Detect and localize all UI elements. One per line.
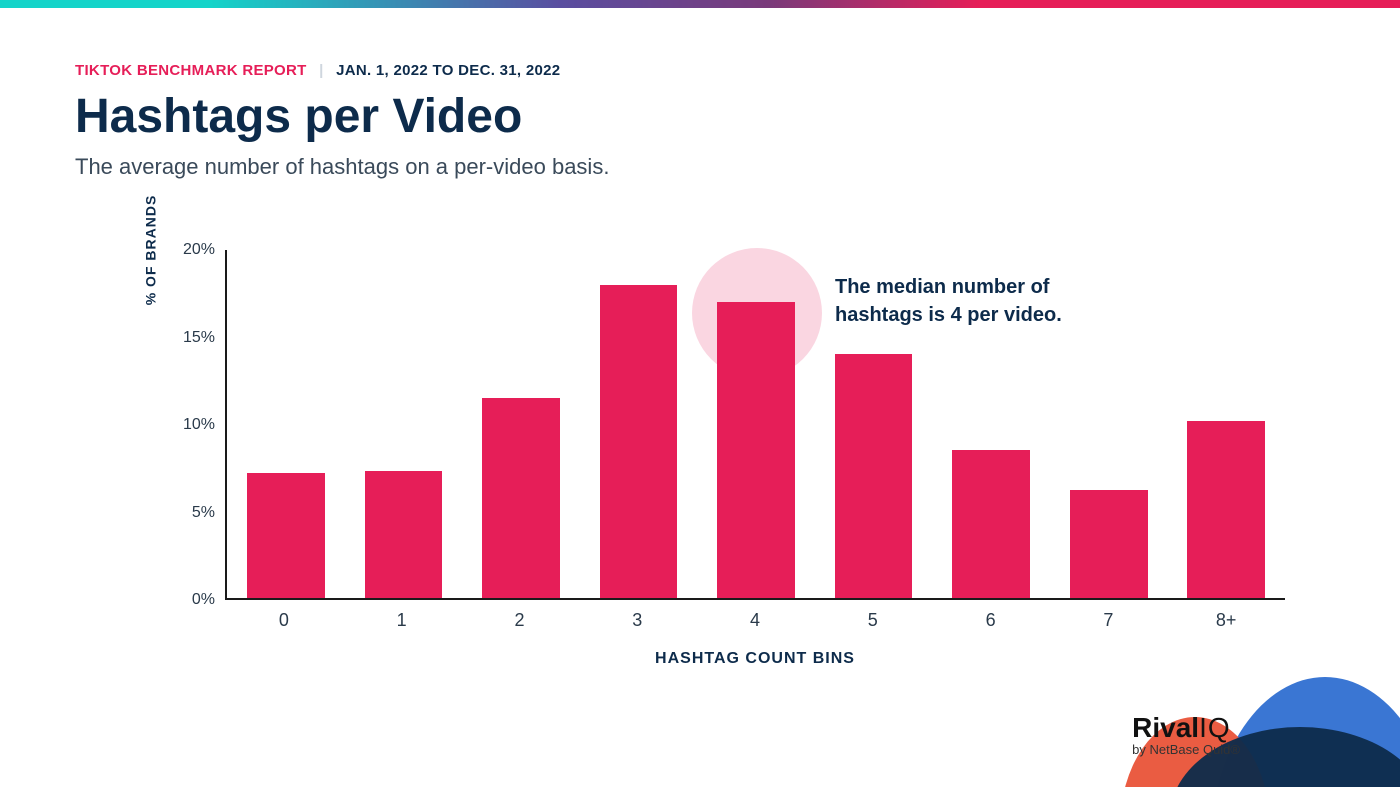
bar-column [462,250,580,598]
bar [1070,490,1148,598]
x-axis-label: HASHTAG COUNT BINS [225,650,1285,668]
y-tick: 10% [155,416,215,434]
bars-container [227,250,1285,598]
bar [1187,421,1265,598]
logo-brand-bold: Rival [1132,712,1199,743]
page-title: Hashtags per Video [75,89,1330,144]
bar [952,450,1030,598]
bar-column [697,250,815,598]
y-tick: 15% [155,329,215,347]
y-axis: 0%5%10%15%20% [155,250,225,600]
logo-brand-light: IQ [1199,712,1231,743]
bar [482,398,560,598]
bar [717,302,795,598]
x-tick: 0 [225,610,343,631]
logo-area: RivalIQ by NetBase Quid® [1060,667,1400,787]
bar [600,285,678,598]
plot-area [225,250,1285,600]
x-tick: 6 [932,610,1050,631]
brand-gradient-bar [0,0,1400,8]
x-tick: 8+ [1167,610,1285,631]
x-tick: 7 [1049,610,1167,631]
bar-column [580,250,698,598]
report-date-range: JAN. 1, 2022 TO DEC. 31, 2022 [336,62,560,79]
x-tick: 5 [814,610,932,631]
x-axis-ticks: 012345678+ [225,610,1285,631]
y-tick: 20% [155,241,215,259]
y-tick: 0% [155,591,215,609]
bar-column [1168,250,1286,598]
logo-byline: by NetBase Quid® [1132,742,1240,757]
bar [247,473,325,598]
page-subtitle: The average number of hashtags on a per-… [75,154,1330,180]
x-tick: 2 [461,610,579,631]
eyebrow: TIKTOK BENCHMARK REPORT | JAN. 1, 2022 T… [75,62,1330,79]
y-tick: 5% [155,504,215,522]
logo-brand: RivalIQ [1132,712,1240,744]
page: TIKTOK BENCHMARK REPORT | JAN. 1, 2022 T… [0,8,1400,787]
bar-column [227,250,345,598]
x-tick: 4 [696,610,814,631]
bar-column [345,250,463,598]
chart-annotation: The median number of hashtags is 4 per v… [835,273,1115,329]
eyebrow-separator: | [319,62,324,79]
report-name: TIKTOK BENCHMARK REPORT [75,62,307,79]
x-tick: 1 [343,610,461,631]
logo-text: RivalIQ by NetBase Quid® [1132,712,1240,757]
x-tick: 3 [578,610,696,631]
bar [835,354,913,598]
bar [365,471,443,598]
